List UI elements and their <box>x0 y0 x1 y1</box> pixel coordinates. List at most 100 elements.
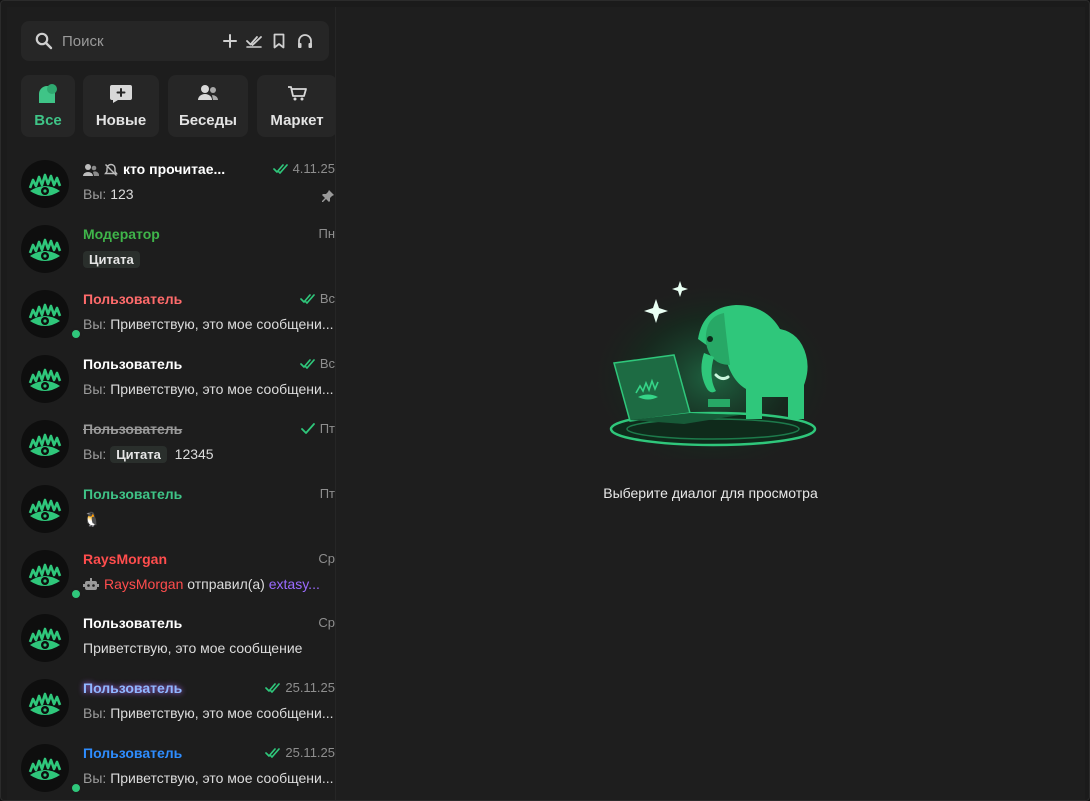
tab-label: Все <box>34 112 62 129</box>
chat-time: 25.11.25 <box>265 680 335 695</box>
chat-item[interactable]: Пользователь Вс Вы: Приветствую, это мое… <box>7 352 335 416</box>
eye-logo-icon <box>28 238 62 261</box>
eye-logo-icon <box>28 368 62 391</box>
chat-preview: Цитата <box>83 251 140 268</box>
chat-time: Пт <box>300 421 335 436</box>
chat-preview: 🐧 <box>83 511 100 528</box>
eye-logo-icon <box>28 498 62 521</box>
avatar <box>21 679 69 727</box>
dialog-panel: Выберите диалог для просмотра <box>335 7 1085 800</box>
eye-logo-icon <box>28 692 62 715</box>
tab-new[interactable]: Новые <box>83 75 159 137</box>
avatar <box>21 550 82 600</box>
headphones-icon[interactable] <box>296 32 314 50</box>
chat-time: Ср <box>318 551 335 566</box>
chat-list-panel: Поиск Все Новые Беседы Маркет кто прочит… <box>7 7 335 800</box>
pin-icon <box>322 190 334 202</box>
group-icon <box>83 164 99 176</box>
chat-time: Вс <box>299 291 335 306</box>
chat-time: 4.11.25 <box>272 161 335 176</box>
cart-icon <box>288 86 307 101</box>
chat-time: Пт <box>319 486 335 501</box>
eye-logo-icon <box>28 563 62 586</box>
sent-check-icon <box>300 423 315 434</box>
read-check-icon <box>272 164 288 174</box>
chat-name: Пользователь <box>83 291 183 307</box>
chat-item[interactable]: RaysMorgan Ср RaysMorgan отправил(а) ext… <box>7 547 335 611</box>
chat-item[interactable]: кто прочитае... 4.11.25 Вы: 123 <box>7 157 335 221</box>
chat-name: Пользователь <box>83 486 183 502</box>
search-icon <box>35 32 53 50</box>
new-message-icon <box>110 85 132 103</box>
eye-logo-icon <box>28 627 62 650</box>
tab-conversations[interactable]: Беседы <box>168 75 248 137</box>
chat-item[interactable]: Пользователь Пт Вы: Цитата 12345 <box>7 417 335 481</box>
avatar <box>21 744 82 794</box>
chat-item[interactable]: Пользователь Пт 🐧 <box>7 482 335 546</box>
chats-icon <box>39 84 57 103</box>
eye-logo-icon <box>28 303 62 326</box>
chat-item[interactable]: Пользователь 25.11.25 Вы: Приветствую, э… <box>7 741 335 800</box>
chat-item[interactable]: Пользователь 25.11.25 Вы: Приветствую, э… <box>7 676 335 740</box>
avatar <box>21 614 69 662</box>
avatar <box>21 160 69 208</box>
avatar <box>21 420 69 468</box>
avatar <box>21 290 82 340</box>
chat-name: Пользователь <box>83 356 183 372</box>
chat-name: Пользователь <box>83 615 183 631</box>
bookmark-icon[interactable] <box>270 32 288 50</box>
quote-chip: Цитата <box>83 251 140 268</box>
tab-market[interactable]: Маркет <box>257 75 335 137</box>
eye-logo-icon <box>28 757 62 780</box>
avatar <box>21 485 69 533</box>
app-window: Поиск Все Новые Беседы Маркет кто прочит… <box>0 0 1090 801</box>
group-icon <box>198 85 218 100</box>
chat-time: Вс <box>299 356 335 371</box>
chat-time: Пн <box>318 226 335 241</box>
chat-name: Модератор <box>83 226 160 242</box>
robot-icon <box>83 578 99 590</box>
elephant-laptop-illustration <box>598 279 828 459</box>
search-bar[interactable]: Поиск <box>21 21 329 61</box>
tab-label: Беседы <box>179 112 237 129</box>
chat-preview: Приветствую, это мое сообщение <box>83 640 303 656</box>
chat-preview: Вы: Цитата 12345 <box>83 446 214 463</box>
eye-logo-icon <box>28 173 62 196</box>
chat-name: Пользователь <box>83 680 183 696</box>
double-check-icon[interactable] <box>245 32 263 50</box>
chat-name: RaysMorgan <box>83 551 168 567</box>
online-indicator <box>70 328 82 340</box>
folder-tabs: Все Новые Беседы Маркет <box>21 75 335 137</box>
empty-state-text: Выберите диалог для просмотра <box>603 485 818 501</box>
muted-bell-icon <box>104 163 118 176</box>
chat-item[interactable]: Пользователь Ср Приветствую, это мое соо… <box>7 611 335 675</box>
read-check-icon <box>299 359 315 369</box>
read-check-icon <box>265 683 281 693</box>
chat-time: Ср <box>318 615 335 630</box>
chat-preview: Вы: Приветствую, это мое сообщени... <box>83 316 334 332</box>
tab-label: Новые <box>95 112 147 129</box>
plus-icon[interactable] <box>221 32 239 50</box>
chat-time: 25.11.25 <box>265 745 335 760</box>
tab-label: Маркет <box>270 112 324 129</box>
quote-chip: Цитата <box>110 446 167 463</box>
online-indicator <box>70 782 82 794</box>
online-indicator <box>70 588 82 600</box>
chat-preview: Вы: Приветствую, это мое сообщени... <box>83 705 334 721</box>
chat-name: Пользователь <box>83 745 183 761</box>
avatar <box>21 355 69 403</box>
read-check-icon <box>265 748 281 758</box>
read-check-icon <box>299 294 315 304</box>
chat-name: кто прочитае... <box>83 161 225 177</box>
chat-item[interactable]: Модератор Пн Цитата <box>7 222 335 286</box>
chat-preview: Вы: Приветствую, это мое сообщени... <box>83 381 334 397</box>
avatar <box>21 225 69 273</box>
search-input[interactable]: Поиск <box>62 33 104 50</box>
tab-all[interactable]: Все <box>21 75 75 137</box>
sticker-icon: 🐧 <box>83 511 101 527</box>
chat-name: Пользователь <box>83 421 183 437</box>
eye-logo-icon <box>28 433 62 456</box>
chat-preview: Вы: 123 <box>83 186 134 202</box>
chat-preview: RaysMorgan отправил(а) extasy... <box>83 576 320 592</box>
chat-item[interactable]: Пользователь Вс Вы: Приветствую, это мое… <box>7 287 335 351</box>
